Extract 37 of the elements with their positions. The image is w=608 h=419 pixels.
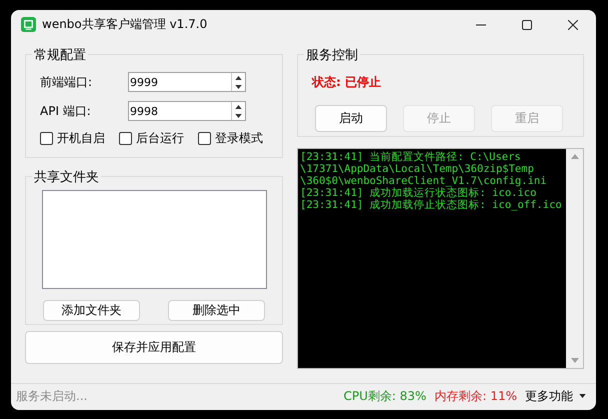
log-line: \360$0\wenboShareClient_V1.7\config.ini bbox=[300, 174, 548, 187]
folder-button[interactable]: 添加文件夹 bbox=[43, 300, 140, 321]
checkbox-label: 开机自启 bbox=[57, 130, 105, 147]
checkbox[interactable] bbox=[119, 132, 132, 145]
service-button[interactable]: 启动 bbox=[315, 104, 387, 132]
close-icon[interactable] bbox=[568, 20, 578, 30]
log-line: [23:31:41] 成功加载运行状态图标: ico.ico bbox=[300, 186, 538, 199]
checkbox-label: 登录模式 bbox=[215, 130, 263, 147]
group-title: 共享文件夹 bbox=[33, 168, 100, 186]
group-title: 服务控制 bbox=[305, 46, 359, 64]
checkbox[interactable] bbox=[40, 132, 53, 145]
service-status: 状态: 已停止 bbox=[312, 74, 382, 91]
resource-reading: 内存剩余: 11% bbox=[434, 388, 517, 405]
folder-button[interactable]: 删除选中 bbox=[168, 300, 265, 321]
maximize-icon[interactable] bbox=[522, 20, 532, 30]
resource-reading: CPU剩余: 83% bbox=[344, 388, 426, 405]
up-arrow-icon[interactable] bbox=[235, 104, 242, 109]
log-line: [23:31:41] 成功加载停止状态图标: ico_off.ico bbox=[300, 198, 563, 211]
port-label: 前端端口: bbox=[39, 74, 94, 91]
caret-icon bbox=[579, 394, 586, 398]
checkbox-label: 后台运行 bbox=[136, 130, 184, 147]
log-line: \17371\AppData\Local\Temp\360zip$Temp bbox=[300, 162, 535, 175]
save-button[interactable]: 保存并应用配置 bbox=[25, 330, 283, 364]
more-menu[interactable]: 更多功能 bbox=[525, 388, 586, 405]
log-line: [23:31:41] 当前配置文件路径: C:\Users bbox=[300, 150, 522, 163]
port-label: API 端口: bbox=[39, 102, 92, 120]
port-spinbox[interactable]: 9998 bbox=[128, 101, 246, 122]
group-title: 常规配置 bbox=[33, 46, 87, 64]
down-arrow-icon[interactable] bbox=[235, 84, 242, 89]
up-arrow-icon[interactable] bbox=[235, 76, 242, 80]
down-arrow-icon[interactable] bbox=[235, 114, 242, 118]
checkbox[interactable] bbox=[198, 132, 211, 145]
app-icon bbox=[21, 17, 36, 32]
window-title: wenbo共享客户端管理 v1.7.0 bbox=[42, 16, 208, 34]
status-message: 服务未启动... bbox=[16, 388, 88, 405]
folder-list[interactable] bbox=[42, 190, 267, 289]
port-spinbox[interactable]: 9999 bbox=[128, 72, 246, 92]
